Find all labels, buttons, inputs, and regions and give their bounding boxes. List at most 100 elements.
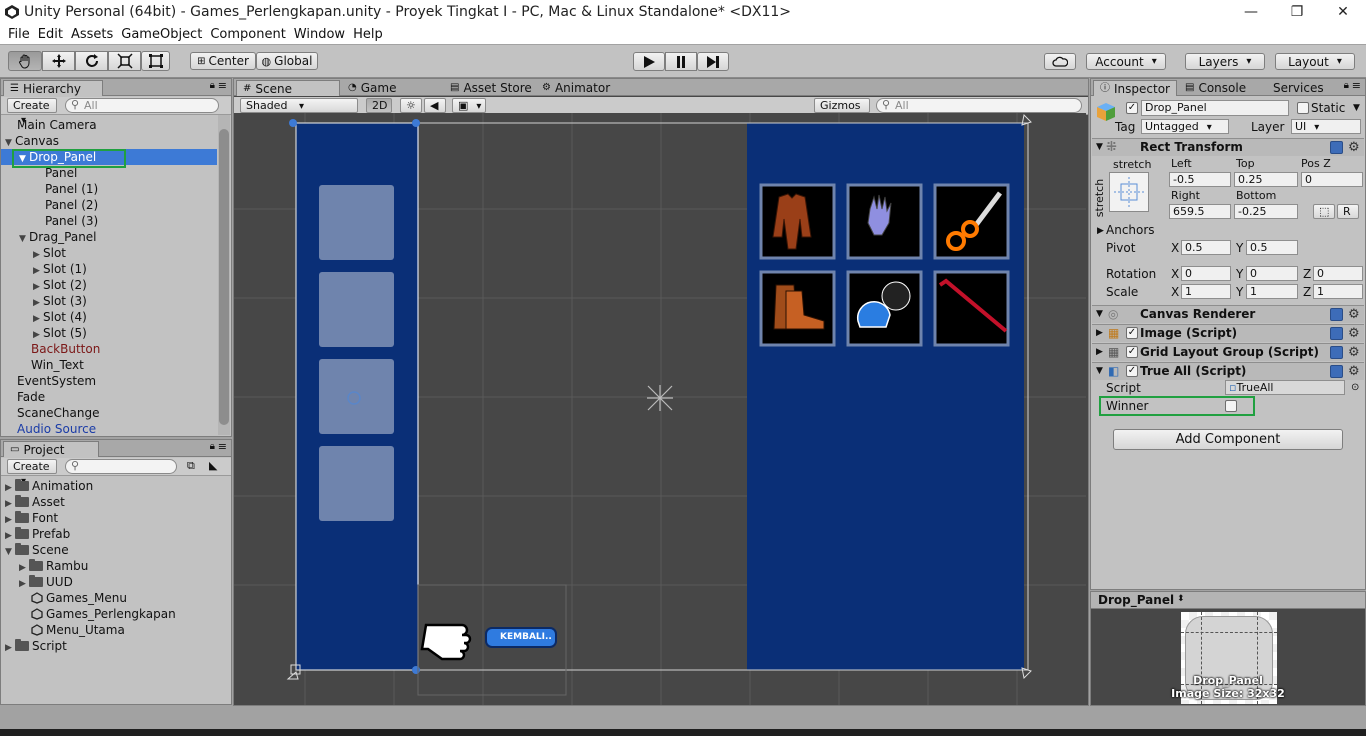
raw-edit-button[interactable]: R — [1337, 204, 1359, 219]
preview-dropdown-arrow-icon[interactable]: ⬍ — [1177, 594, 1185, 604]
filter-label-icon[interactable]: ◣ — [209, 459, 217, 472]
help-book-icon[interactable] — [1330, 346, 1343, 359]
tree-item-main-camera[interactable]: Main Camera — [1, 117, 217, 133]
tab-inspector[interactable]: ⓘ Inspector — [1093, 80, 1177, 96]
static-dropdown-arrow-icon[interactable]: ▼ — [1353, 101, 1360, 115]
move-tool-button[interactable] — [42, 51, 75, 71]
gear-icon[interactable]: ⚙ — [1348, 308, 1360, 321]
minimize-button[interactable]: — — [1228, 0, 1274, 24]
lock-icon[interactable]: 🔒︎ — [1344, 80, 1349, 91]
tree-item-panel-1[interactable]: Panel (1) — [1, 181, 217, 197]
help-book-icon[interactable] — [1330, 365, 1343, 378]
grid-enabled-checkbox[interactable]: ✓ — [1126, 346, 1138, 358]
pivot-center-button[interactable]: ⊞ Center — [190, 52, 256, 70]
project-folder-script[interactable]: ▶ Script — [1, 638, 231, 654]
gizmos-dropdown[interactable]: Gizmos — [814, 98, 870, 113]
project-search-input[interactable] — [65, 459, 177, 474]
close-button[interactable]: ✕ — [1320, 0, 1366, 24]
lighting-toggle[interactable]: ☼ — [400, 98, 422, 113]
add-component-button[interactable]: Add Component — [1113, 429, 1343, 450]
tag-dropdown[interactable]: Untagged — [1141, 119, 1229, 134]
menu-file[interactable]: File — [8, 27, 30, 42]
gear-icon[interactable]: ⚙ — [1348, 327, 1360, 340]
scale-z-field[interactable]: 1 — [1313, 284, 1363, 299]
gear-icon[interactable]: ⚙ — [1348, 346, 1360, 359]
resize-handle[interactable] — [412, 666, 420, 674]
gear-icon[interactable]: ⚙ — [1348, 365, 1360, 378]
tree-item-panel-3[interactable]: Panel (3) — [1, 213, 217, 229]
rotation-x-field[interactable]: 0 — [1181, 266, 1231, 281]
rect-transform-header[interactable]: ▼ ⁜ Rect Transform ⚙ — [1092, 138, 1364, 156]
shading-mode-dropdown[interactable]: Shaded — [240, 98, 358, 113]
account-dropdown[interactable]: Account — [1086, 53, 1166, 70]
tab-asset-store[interactable]: ▤ Asset Store — [444, 80, 538, 96]
left-field[interactable]: -0.5 — [1169, 172, 1231, 187]
tab-animator[interactable]: ⚙ Animator — [536, 80, 616, 96]
image-enabled-checkbox[interactable]: ✓ — [1126, 327, 1138, 339]
pivot-y-field[interactable]: 0.5 — [1246, 240, 1298, 255]
tab-game[interactable]: ◔ Game — [342, 80, 402, 96]
object-name-field[interactable]: Drop_Panel — [1141, 100, 1289, 116]
tree-item-audio-source[interactable]: Audio Source — [1, 421, 217, 436]
layout-dropdown[interactable]: Layout — [1275, 53, 1355, 70]
project-scene-menu-utama[interactable]: Menu_Utama — [1, 622, 231, 638]
layer-dropdown[interactable]: UI — [1291, 119, 1361, 134]
effects-dropdown[interactable]: ▣ — [452, 98, 486, 113]
canvas-renderer-header[interactable]: ▼ ◎ Canvas Renderer ⚙ — [1092, 305, 1364, 323]
filter-type-icon[interactable]: ⧉ — [187, 459, 195, 473]
scene-search-input[interactable]: All — [876, 98, 1082, 113]
drop-slot[interactable] — [319, 272, 394, 347]
resize-handle[interactable] — [412, 119, 420, 127]
right-field[interactable]: 659.5 — [1169, 204, 1231, 219]
collapse-arrow-icon[interactable]: ▶ — [1097, 224, 1104, 238]
hierarchy-search-input[interactable]: All — [65, 98, 219, 113]
project-scene-games-menu[interactable]: Games_Menu — [1, 590, 231, 606]
true-all-script-header[interactable]: ▼ ◧ ✓ True All (Script) ⚙ — [1092, 362, 1364, 380]
blueprint-mode-button[interactable]: ⬚ — [1313, 204, 1335, 219]
help-book-icon[interactable] — [1330, 141, 1343, 154]
object-picker-icon[interactable]: ⊙ — [1351, 381, 1359, 395]
tree-item-scane-change[interactable]: ScaneChange — [1, 405, 217, 421]
tree-item-slot-1[interactable]: ▶ Slot (1) — [1, 261, 217, 277]
audio-toggle[interactable]: ◀ — [424, 98, 446, 113]
image-script-header[interactable]: ▶ ▦ ✓ Image (Script) ⚙ — [1092, 324, 1364, 342]
anchors-label[interactable]: Anchors — [1106, 223, 1155, 237]
tab-hierarchy[interactable]: ☰ Hierarchy — [3, 80, 103, 96]
pivot-x-field[interactable]: 0.5 — [1181, 240, 1231, 255]
anchor-preset-button[interactable] — [1109, 172, 1149, 212]
gear-icon[interactable]: ⚙ — [1348, 141, 1360, 154]
true-all-enabled-checkbox[interactable]: ✓ — [1126, 365, 1138, 377]
item-card-crowbar[interactable] — [933, 270, 1010, 347]
tree-item-slot-4[interactable]: ▶ Slot (4) — [1, 309, 217, 325]
project-folder-rambu[interactable]: ▶ Rambu — [1, 558, 231, 574]
tab-scene[interactable]: # Scene — [236, 80, 340, 96]
maximize-button[interactable]: ❐ — [1274, 0, 1320, 24]
project-folder-prefab[interactable]: ▶ Prefab — [1, 526, 231, 542]
drop-slot[interactable] — [319, 359, 394, 434]
project-create-button[interactable]: Create — [7, 459, 57, 474]
collab-cloud-button[interactable] — [1044, 53, 1076, 70]
help-book-icon[interactable] — [1330, 308, 1343, 321]
active-checkbox[interactable]: ✓ — [1126, 102, 1138, 114]
scale-x-field[interactable]: 1 — [1181, 284, 1231, 299]
menu-window[interactable]: Window — [294, 27, 345, 42]
2d-mode-toggle[interactable]: 2D — [366, 98, 392, 113]
item-card-gloves[interactable] — [846, 183, 923, 260]
scrollbar-thumb[interactable] — [219, 129, 229, 425]
hierarchy-scrollbar[interactable] — [218, 115, 230, 435]
panel-menu-icon[interactable]: ≡ — [218, 440, 227, 453]
hand-tool-button[interactable] — [8, 51, 42, 71]
posz-field[interactable]: 0 — [1301, 172, 1363, 187]
collapse-arrow-icon[interactable]: ▶ — [5, 640, 15, 656]
panel-menu-icon[interactable]: ≡ — [1352, 79, 1361, 92]
menu-component[interactable]: Component — [210, 27, 285, 42]
menu-gameobject[interactable]: GameObject — [121, 27, 202, 42]
pause-button[interactable] — [665, 52, 697, 71]
menu-help[interactable]: Help — [353, 27, 383, 42]
resize-handle[interactable] — [289, 119, 297, 127]
rect-tool-button[interactable] — [141, 51, 170, 71]
help-book-icon[interactable] — [1330, 327, 1343, 340]
tab-console[interactable]: ▤ Console — [1179, 80, 1252, 96]
drop-slot[interactable] — [319, 185, 394, 260]
rotation-y-field[interactable]: 0 — [1246, 266, 1298, 281]
